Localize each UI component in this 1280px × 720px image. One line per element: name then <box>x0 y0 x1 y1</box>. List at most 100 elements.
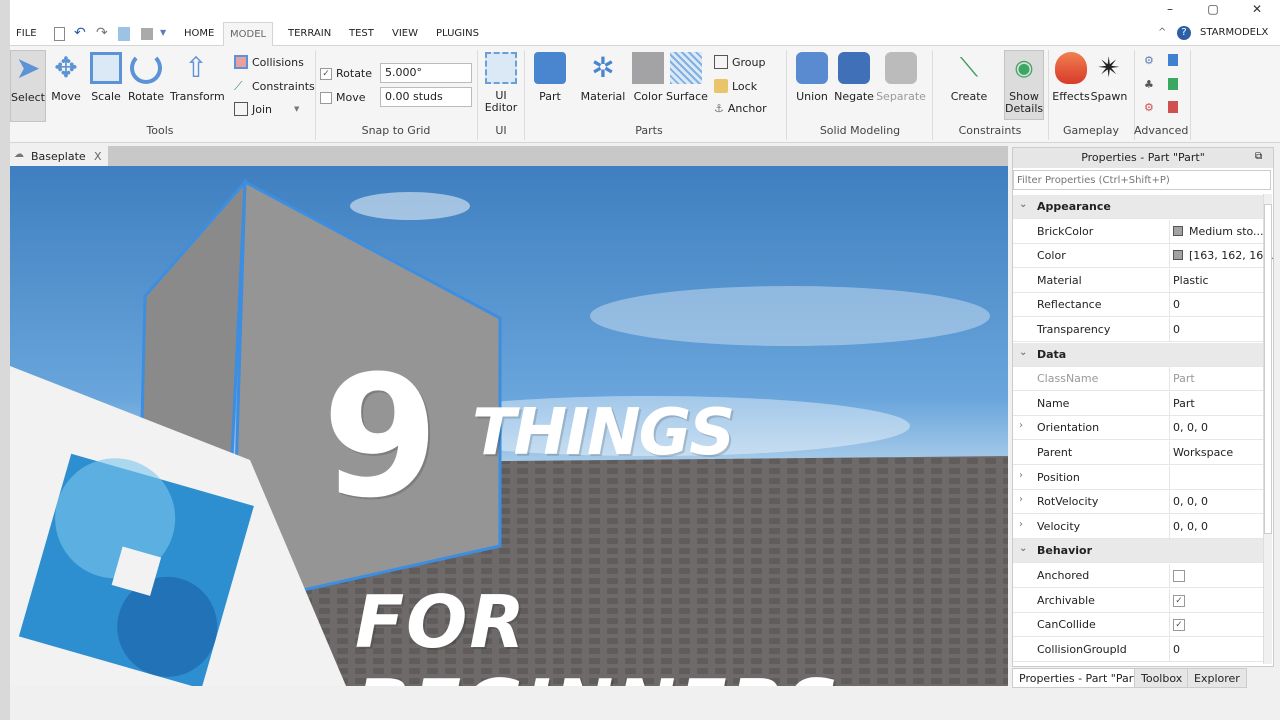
chevron-down-icon[interactable]: ⌄ <box>1019 543 1027 554</box>
property-row[interactable]: BrickColor Medium sto... <box>1013 219 1264 244</box>
material-button[interactable]: ✲ Material <box>580 50 626 104</box>
property-row[interactable]: › Orientation 0, 0, 0 <box>1013 416 1263 441</box>
separate-button[interactable]: Separate <box>876 50 926 103</box>
close-tab-button[interactable]: X <box>94 150 102 163</box>
rotate-tool[interactable]: Rotate <box>126 50 166 103</box>
undo-icon[interactable]: ↶ <box>74 25 86 41</box>
property-row[interactable]: Parent Workspace <box>1013 441 1263 465</box>
tab-toolbox[interactable]: Toolbox <box>1134 668 1190 688</box>
gear-icon[interactable]: ⚙ <box>1144 54 1154 67</box>
tab-terrain[interactable]: TERRAIN <box>282 22 337 46</box>
anchor-button[interactable]: ⚓ Anchor <box>714 102 767 115</box>
color-button[interactable]: Color <box>630 50 666 103</box>
tab-home[interactable]: HOME <box>178 22 220 46</box>
chevron-down-icon[interactable]: ⌄ <box>1019 199 1027 210</box>
chevron-right-icon[interactable]: › <box>1019 470 1023 481</box>
chevron-right-icon[interactable]: › <box>1019 420 1023 431</box>
new-file-icon[interactable] <box>54 27 65 41</box>
effects-button[interactable]: Effects <box>1052 50 1090 103</box>
property-value[interactable]: Workspace <box>1173 446 1233 459</box>
file-menu[interactable]: FILE <box>10 22 43 46</box>
union-button[interactable]: Union <box>792 50 832 103</box>
property-value[interactable]: 0 <box>1173 298 1180 311</box>
group-button[interactable]: Group <box>714 55 766 69</box>
property-category[interactable]: ⌄ Behavior <box>1013 539 1263 564</box>
property-row[interactable]: Archivable ✓ <box>1013 588 1263 613</box>
redo-icon[interactable]: ↷ <box>96 25 108 41</box>
property-value[interactable]: Part <box>1173 372 1195 385</box>
property-row[interactable]: › RotVelocity 0, 0, 0 <box>1013 490 1263 515</box>
move-snap-checkbox[interactable]: Move <box>320 91 366 104</box>
property-value[interactable]: 0 <box>1173 643 1180 656</box>
select-tool[interactable]: ➤ Select <box>10 50 46 122</box>
script-red-icon[interactable] <box>1168 101 1178 113</box>
script-green-icon[interactable] <box>1168 78 1178 90</box>
chevron-right-icon[interactable]: › <box>1019 494 1023 505</box>
chevron-down-icon[interactable]: ⌄ <box>1019 347 1027 358</box>
property-value[interactable]: Medium sto... <box>1173 225 1264 238</box>
property-row[interactable]: › Velocity 0, 0, 0 <box>1013 514 1263 539</box>
maximize-button[interactable]: ▢ <box>1203 2 1223 16</box>
transform-tool[interactable]: ⇧ Transform <box>170 50 225 104</box>
surface-button[interactable]: Surface <box>666 50 708 103</box>
show-details-button[interactable]: ◉ Show Details <box>1004 50 1044 120</box>
create-constraint-button[interactable]: ⟍ Create <box>948 50 990 103</box>
property-category[interactable]: ⌄ Appearance <box>1013 195 1263 219</box>
property-value[interactable]: 0, 0, 0 <box>1173 421 1208 434</box>
publish-icon[interactable] <box>118 27 130 41</box>
checkbox-checked[interactable]: ✓ <box>1173 594 1185 607</box>
3d-viewport[interactable]: 9 THINGS FOR BEGINNERS <box>10 166 1008 686</box>
minimize-button[interactable]: – <box>1160 2 1180 16</box>
tab-model[interactable]: MODEL <box>223 22 274 46</box>
part-button[interactable]: Part <box>531 50 569 103</box>
negate-button[interactable]: Negate <box>834 50 874 103</box>
stop-icon[interactable] <box>141 28 153 40</box>
property-row[interactable]: Name Part <box>1013 391 1263 416</box>
move-tool[interactable]: ✥ Move <box>48 50 84 104</box>
property-value[interactable]: [163, 162, 16... <box>1173 249 1274 262</box>
checkbox-checked[interactable]: ✓ <box>1173 619 1185 632</box>
spawn-button[interactable]: ✴ Spawn <box>1090 50 1128 104</box>
property-value[interactable]: Part <box>1173 397 1195 410</box>
tab-properties[interactable]: Properties - Part "Part" <box>1012 668 1150 688</box>
collapse-ribbon-icon[interactable]: ^ <box>1158 27 1166 38</box>
property-row[interactable]: CollisionGroupId 0 <box>1013 637 1263 662</box>
property-row[interactable]: › Position <box>1013 465 1263 490</box>
link-icon[interactable]: ♣ <box>1144 78 1154 91</box>
property-row[interactable]: Material Plastic <box>1013 268 1263 293</box>
property-value[interactable]: 0, 0, 0 <box>1173 495 1208 508</box>
script-blue-icon[interactable] <box>1168 54 1178 66</box>
tab-test[interactable]: TEST <box>343 22 380 46</box>
property-value[interactable]: Plastic <box>1173 274 1209 287</box>
property-row[interactable]: CanCollide ✓ <box>1013 613 1263 638</box>
lock-button[interactable]: Lock <box>714 79 757 93</box>
document-tab[interactable]: ☁ Baseplate X <box>10 146 108 166</box>
gears-icon[interactable]: ⚙ <box>1144 101 1154 114</box>
rotate-snap-input[interactable]: 5.000° <box>380 63 472 83</box>
tab-plugins[interactable]: PLUGINS <box>430 22 485 46</box>
property-value[interactable]: 0 <box>1173 323 1180 336</box>
tab-explorer[interactable]: Explorer <box>1187 668 1247 688</box>
help-icon[interactable]: ? <box>1177 26 1191 40</box>
move-snap-input[interactable]: 0.00 studs <box>380 87 472 107</box>
property-category[interactable]: ⌄ Data <box>1013 342 1263 367</box>
undock-icon[interactable]: ⧉ <box>1255 151 1262 162</box>
rotate-snap-checkbox[interactable]: ✓ Rotate <box>320 67 372 80</box>
username[interactable]: STARMODELX <box>1200 27 1268 38</box>
property-row[interactable]: Anchored <box>1013 564 1263 588</box>
collisions-toggle[interactable]: Collisions <box>234 55 304 69</box>
property-value[interactable]: 0, 0, 0 <box>1173 520 1208 533</box>
filter-properties-input[interactable] <box>1013 170 1271 190</box>
ui-editor-button[interactable]: UI Editor <box>480 50 522 114</box>
property-row[interactable]: Color [163, 162, 16... <box>1013 244 1274 269</box>
property-row[interactable]: Reflectance 0 <box>1013 293 1263 318</box>
checkbox-unchecked[interactable] <box>1173 570 1185 582</box>
chevron-right-icon[interactable]: › <box>1019 519 1023 530</box>
property-row[interactable]: Transparency 0 <box>1013 318 1263 342</box>
property-row[interactable]: ClassName Part <box>1013 367 1263 392</box>
tab-view[interactable]: VIEW <box>386 22 424 46</box>
quick-access-dropdown-icon[interactable]: ▼ <box>160 28 166 37</box>
close-button[interactable]: ✕ <box>1247 2 1267 16</box>
scale-tool[interactable]: Scale <box>88 50 124 103</box>
scrollbar[interactable] <box>1263 194 1272 664</box>
